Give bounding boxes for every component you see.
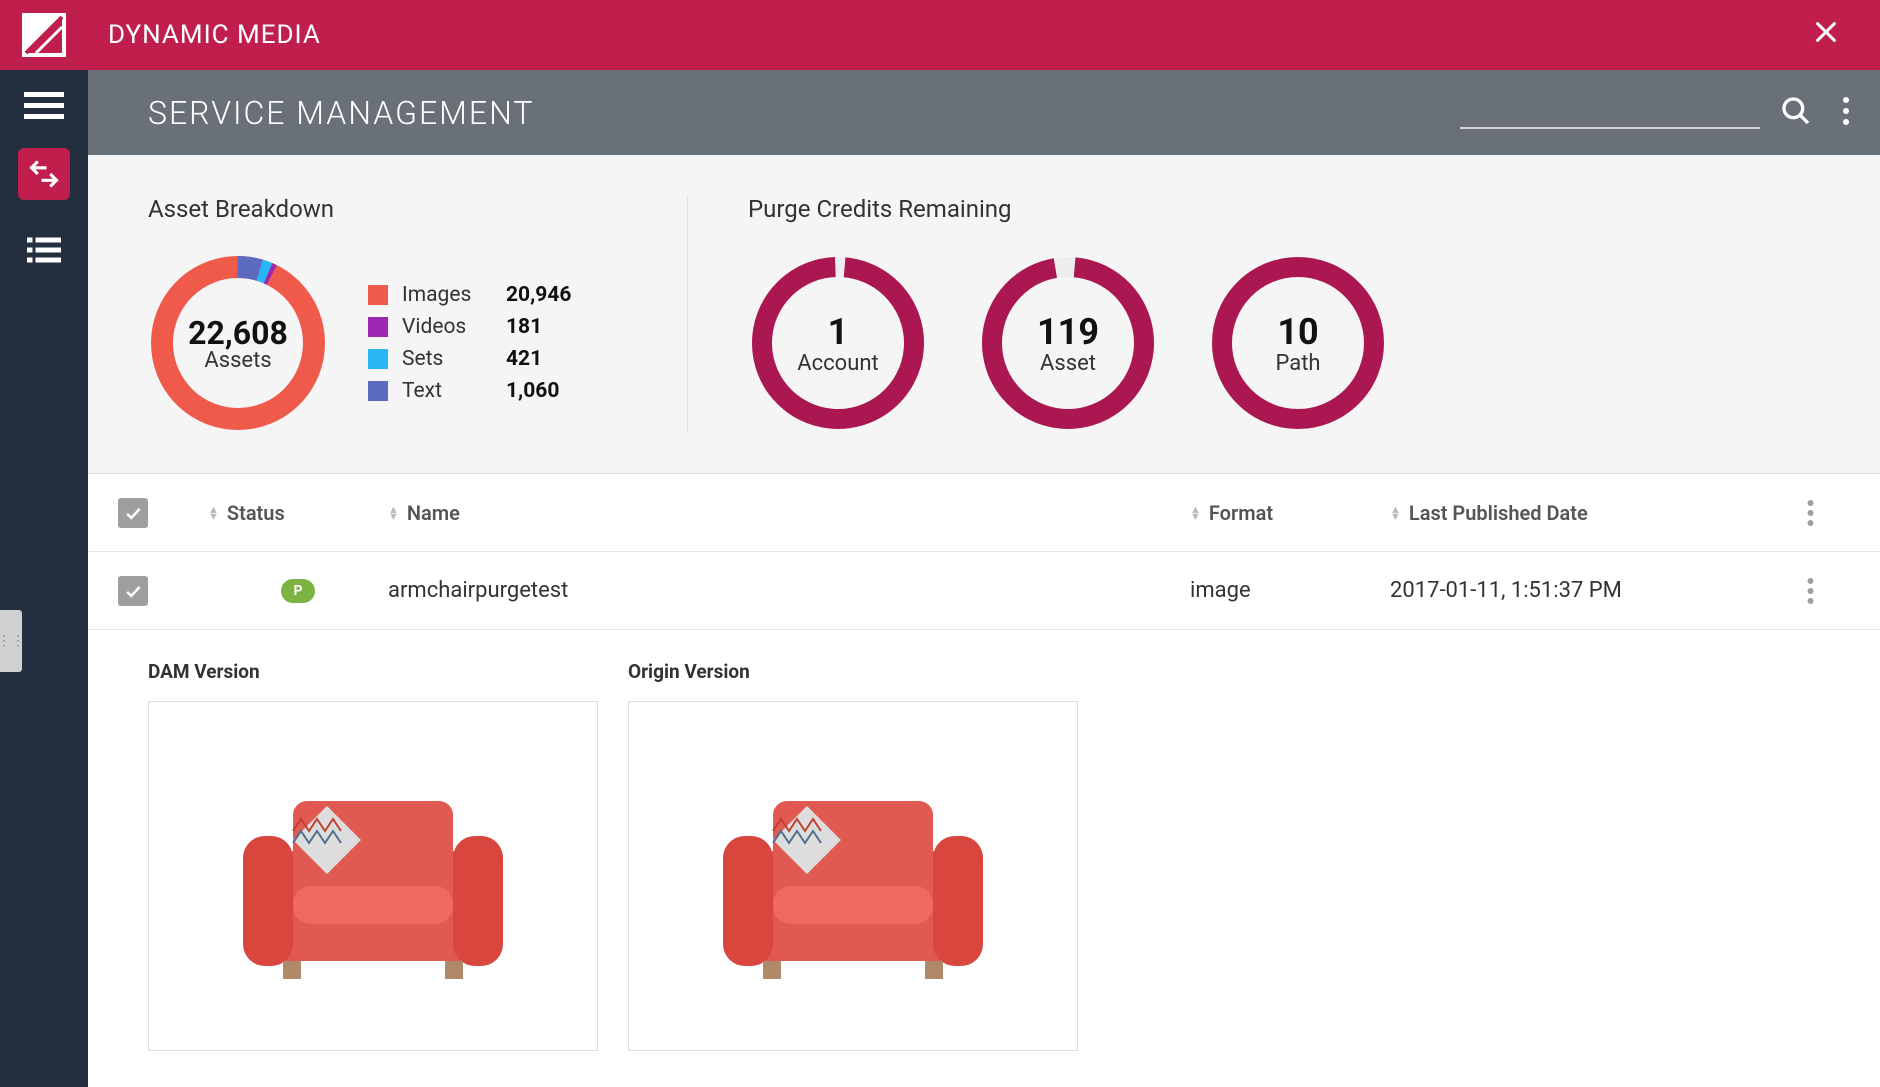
asset-breakdown-donut: 22,608 Assets [148, 253, 328, 433]
check-icon [123, 503, 143, 523]
asset-breakdown-title: Asset Breakdown [148, 195, 647, 223]
col-published-label: Last Published Date [1409, 501, 1588, 525]
gauge-value: 119 [1037, 311, 1099, 353]
dashboard-row: Asset Breakdown [88, 155, 1880, 474]
sort-icon: ▲▼ [208, 506, 219, 520]
search-input[interactable] [1460, 97, 1760, 129]
legend-value: 421 [506, 347, 542, 371]
sidebar: ⋮⋮ [0, 70, 88, 1087]
page-more-button[interactable] [1842, 95, 1850, 131]
legend-swatch [368, 349, 388, 369]
legend-item: Videos 181 [368, 315, 571, 339]
legend-swatch [368, 285, 388, 305]
nav-list-view[interactable] [18, 224, 70, 276]
version-previews: DAM Version [88, 630, 1880, 1087]
col-status[interactable]: ▲▼ Status [208, 501, 388, 525]
legend-label: Videos [402, 315, 492, 339]
purge-credits-title: Purge Credits Remaining [748, 195, 1820, 223]
origin-version-column: Origin Version [628, 660, 1078, 1051]
app-title: DYNAMIC MEDIA [108, 20, 1802, 50]
page-header: SERVICE MANAGEMENT [88, 70, 1880, 155]
table-row[interactable]: P armchairpurgetest image 2017-01-11, 1:… [88, 552, 1880, 630]
gauge-value: 10 [1277, 311, 1318, 353]
col-published[interactable]: ▲▼ Last Published Date [1390, 501, 1770, 525]
col-status-label: Status [227, 501, 285, 525]
gauge-label: Path [1275, 351, 1320, 376]
table-header-more-button[interactable] [1770, 499, 1850, 527]
gauge-label: Account [797, 351, 878, 376]
close-icon [1812, 18, 1840, 46]
page-title: SERVICE MANAGEMENT [148, 94, 1460, 132]
top-bar: DYNAMIC MEDIA [0, 0, 1880, 70]
purge-gauge-account: 1 Account [748, 253, 928, 433]
legend-item: Text 1,060 [368, 379, 571, 403]
col-name-label: Name [407, 501, 460, 525]
origin-version-label: Origin Version [628, 660, 1078, 683]
cell-name: armchairpurgetest [388, 578, 1190, 603]
asset-total-label: Assets [204, 348, 271, 373]
col-name[interactable]: ▲▼ Name [388, 501, 1190, 525]
dam-version-label: DAM Version [148, 660, 598, 683]
sort-icon: ▲▼ [388, 506, 399, 520]
legend-item: Images 20,946 [368, 283, 571, 307]
legend-swatch [368, 381, 388, 401]
legend-label: Images [402, 283, 492, 307]
sidebar-expand-handle[interactable]: ⋮⋮ [0, 610, 22, 672]
sort-icon: ▲▼ [1190, 506, 1201, 520]
check-icon [123, 581, 143, 601]
legend-item: Sets 421 [368, 347, 571, 371]
col-format[interactable]: ▲▼ Format [1190, 501, 1390, 525]
search-button[interactable] [1780, 95, 1812, 131]
app-logo [0, 0, 88, 70]
row-more-button[interactable] [1770, 577, 1850, 605]
gauge-label: Asset [1040, 351, 1096, 376]
dam-version-preview[interactable] [148, 701, 598, 1051]
transfer-icon [29, 159, 59, 189]
nav-service-management[interactable] [18, 148, 70, 200]
cell-format: image [1190, 578, 1390, 603]
status-badge: P [281, 579, 315, 603]
sort-icon: ▲▼ [1390, 506, 1401, 520]
armchair-image [703, 761, 1003, 991]
search-icon [1780, 95, 1812, 127]
armchair-image [223, 761, 523, 991]
legend-value: 20,946 [506, 283, 571, 307]
table-header-row: ▲▼ Status ▲▼ Name ▲▼ Format ▲▼ Last Publishe… [88, 474, 1880, 552]
more-vert-icon [1842, 95, 1850, 127]
content-scroll[interactable]: Asset Breakdown [88, 155, 1880, 1087]
assets-table: ▲▼ Status ▲▼ Name ▲▼ Format ▲▼ Last Publishe… [88, 474, 1880, 630]
cell-published: 2017-01-11, 1:51:37 PM [1390, 578, 1770, 603]
list-icon [27, 236, 61, 264]
hamburger-icon [24, 90, 64, 120]
menu-toggle-button[interactable] [24, 90, 64, 124]
legend-value: 1,060 [506, 379, 559, 403]
legend-label: Text [402, 379, 492, 403]
purge-credits-panel: Purge Credits Remaining 1 Account [688, 195, 1820, 433]
asset-breakdown-panel: Asset Breakdown [148, 195, 688, 433]
origin-version-preview[interactable] [628, 701, 1078, 1051]
row-checkbox[interactable] [118, 576, 148, 606]
purge-gauge-path: 10 Path [1208, 253, 1388, 433]
select-all-checkbox[interactable] [118, 498, 148, 528]
more-vert-icon [1807, 577, 1814, 605]
legend-value: 181 [506, 315, 542, 339]
purge-gauge-asset: 119 Asset [978, 253, 1158, 433]
gauge-value: 1 [828, 311, 849, 353]
more-vert-icon [1807, 499, 1814, 527]
legend-swatch [368, 317, 388, 337]
close-button[interactable] [1802, 16, 1850, 54]
col-format-label: Format [1209, 501, 1273, 525]
asset-total-value: 22,608 [188, 314, 288, 352]
dam-version-column: DAM Version [148, 660, 598, 1051]
asset-breakdown-legend: Images 20,946 Videos 181 Sets [368, 283, 571, 403]
legend-label: Sets [402, 347, 492, 371]
